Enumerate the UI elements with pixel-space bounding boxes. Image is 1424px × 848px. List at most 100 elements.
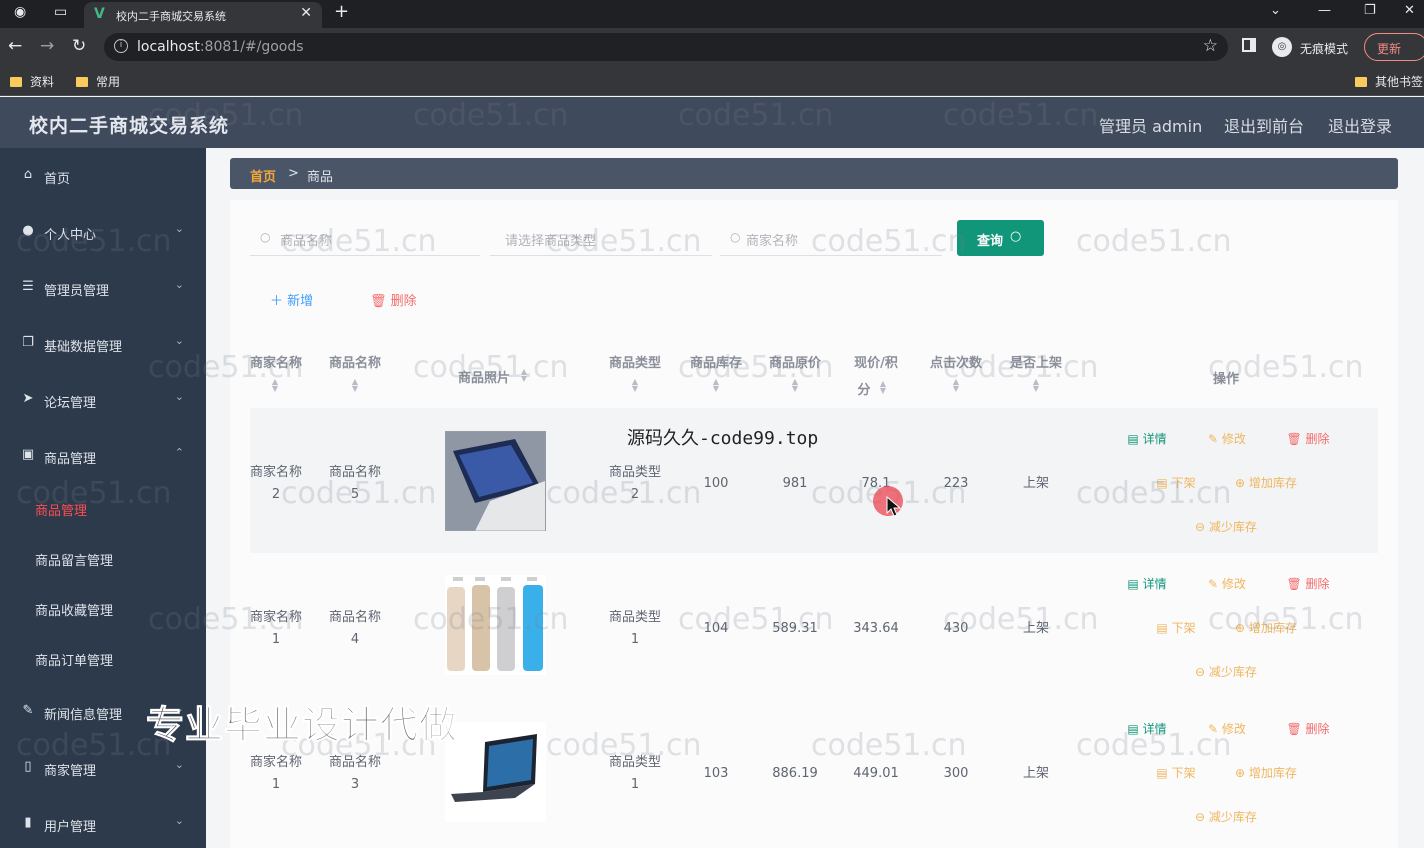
- sort-icon[interactable]: ▲ ▼: [629, 378, 641, 393]
- sidebar-item-personal-center[interactable]: ● 个人中心 ⌄: [0, 212, 206, 252]
- sidebar-item-merchant[interactable]: ▯ 商家管理 ⌄: [0, 748, 206, 788]
- query-label: 查询: [977, 234, 1004, 249]
- sort-icon[interactable]: ▲ ▼: [789, 378, 801, 393]
- sidebar-item-users[interactable]: ▮ 用户管理 ⌄: [0, 804, 206, 844]
- sort-icon[interactable]: ▲ ▼: [950, 378, 962, 393]
- reduce-stock-button[interactable]: ⊖ 减少库存: [1180, 657, 1272, 687]
- merchant-name-search-input[interactable]: ○ 商家名称: [720, 220, 942, 256]
- column-header-goods-name[interactable]: 商品名称: [325, 352, 385, 371]
- column-header-clicks[interactable]: 点击次数: [926, 352, 986, 371]
- batch-delete-button[interactable]: 🗑 删除: [370, 290, 417, 309]
- cell-orig-price: 981: [782, 476, 808, 491]
- bookmark-folder-ziliao[interactable]: 资料: [10, 73, 54, 90]
- delete-button[interactable]: 🗑 删除: [1272, 424, 1344, 454]
- doc-icon: ▤: [1156, 766, 1172, 780]
- new-tab-button[interactable]: +: [334, 1, 349, 22]
- sidebar-subitem-label: 商品订单管理: [35, 654, 114, 669]
- reduce-stock-button[interactable]: ⊖ 减少库存: [1180, 512, 1272, 542]
- update-button[interactable]: 更新: [1364, 33, 1424, 61]
- off-shelf-button[interactable]: ▤ 下架: [1141, 468, 1211, 498]
- edit-button[interactable]: ✎ 修改: [1192, 424, 1262, 454]
- bookmark-folder-changyong[interactable]: 常用: [76, 73, 120, 90]
- url-input[interactable]: i localhost:8081/#/goods ☆: [104, 33, 1228, 61]
- sidebar-subitem-goods[interactable]: 商品管理: [0, 490, 206, 526]
- logout-link[interactable]: 退出登录: [1328, 113, 1392, 137]
- add-button[interactable]: ＋ 新增: [270, 290, 313, 309]
- pencil-icon: ✎: [1208, 577, 1222, 591]
- sidebar-subitem-goods-favorites[interactable]: 商品收藏管理: [0, 590, 206, 626]
- copy-icon: ❐: [22, 335, 34, 350]
- sort-icon[interactable]: ▲ ▼: [518, 368, 530, 383]
- bookmark-star-icon[interactable]: ☆: [1203, 36, 1218, 56]
- goods-photo-laptop[interactable]: [445, 722, 546, 822]
- query-button[interactable]: 查询 ○: [957, 220, 1044, 256]
- detail-button[interactable]: ▤ 详情: [1112, 714, 1182, 744]
- column-header-type[interactable]: 商品类型: [605, 352, 665, 371]
- off-shelf-button[interactable]: ▤ 下架: [1141, 613, 1211, 643]
- chevron-down-icon: ⌄: [174, 814, 184, 827]
- column-header-on-shelf[interactable]: 是否上架: [1006, 352, 1066, 371]
- close-window-icon[interactable]: ✕: [1404, 3, 1415, 18]
- add-stock-button[interactable]: ⊕ 增加库存: [1220, 613, 1312, 643]
- window-icon[interactable]: ▭: [54, 4, 67, 20]
- goods-photo-laptop-tablet[interactable]: [445, 431, 546, 531]
- cell-on-shelf: 上架: [1022, 621, 1049, 636]
- to-front-link[interactable]: 退出到前台: [1224, 113, 1304, 137]
- plus-icon: ＋: [270, 294, 288, 309]
- minus-circle-icon: ⊖: [1195, 810, 1209, 824]
- restore-icon[interactable]: ❐: [1364, 3, 1376, 18]
- back-icon[interactable]: ←: [8, 36, 22, 56]
- globe-icon[interactable]: ◉: [14, 4, 26, 20]
- chevron-down-icon: ⌄: [174, 390, 184, 403]
- minimize-icon[interactable]: —: [1318, 3, 1331, 18]
- goods-photo-phones[interactable]: [445, 575, 546, 675]
- column-header-price-line2: 分: [857, 383, 871, 398]
- column-header-price[interactable]: 现价/积: [846, 352, 906, 371]
- app-title: 校内二手商城交易系统: [29, 115, 230, 137]
- sidebar-item-home[interactable]: ⌂ 首页: [0, 156, 206, 196]
- column-header-orig-price[interactable]: 商品原价: [765, 352, 825, 371]
- edit-button[interactable]: ✎ 修改: [1192, 714, 1262, 744]
- sidebar-item-goods[interactable]: ▣ 商品管理 ⌃: [0, 436, 206, 476]
- side-panel-icon[interactable]: [1242, 38, 1256, 52]
- chevron-down-icon[interactable]: ⌄: [1270, 3, 1281, 18]
- sidebar-subitem-goods-orders[interactable]: 商品订单管理: [0, 640, 206, 676]
- reload-icon[interactable]: ↻: [72, 36, 86, 56]
- column-header-photo[interactable]: 商品照片: [455, 367, 513, 386]
- goods-name-search-input[interactable]: ○ 商品名称: [250, 220, 480, 256]
- delete-button[interactable]: 🗑 删除: [1272, 714, 1344, 744]
- sort-icon[interactable]: ▲ ▼: [349, 378, 361, 393]
- sidebar-item-basic-data[interactable]: ❐ 基础数据管理 ⌄: [0, 324, 206, 364]
- sidebar-item-label: 个人中心: [44, 228, 97, 243]
- sidebar-item-admin[interactable]: ☰ 管理员管理 ⌄: [0, 268, 206, 308]
- forward-icon[interactable]: →: [40, 36, 54, 56]
- sort-icon[interactable]: ▲ ▼: [877, 380, 889, 395]
- browser-tab[interactable]: V 校内二手商城交易系统 ✕: [84, 2, 322, 28]
- info-icon[interactable]: i: [114, 39, 128, 53]
- doc-icon: ▤: [1127, 577, 1143, 591]
- sidebar-subitem-goods-comments[interactable]: 商品留言管理: [0, 540, 206, 576]
- cell-price: 343.64: [853, 621, 899, 636]
- add-stock-button[interactable]: ⊕ 增加库存: [1220, 758, 1312, 788]
- browser-tab-bar: ◉ ▭ V 校内二手商城交易系统 ✕ + ⌄ — ❐ ✕: [0, 0, 1424, 28]
- edit-button[interactable]: ✎ 修改: [1192, 569, 1262, 599]
- breadcrumb-home[interactable]: 首页: [250, 166, 276, 185]
- goods-type-select[interactable]: 请选择商品类型: [490, 220, 712, 256]
- delete-button[interactable]: 🗑 删除: [1272, 569, 1344, 599]
- close-tab-icon[interactable]: ✕: [300, 5, 312, 21]
- other-bookmarks[interactable]: 其他书签: [1355, 73, 1423, 90]
- detail-button[interactable]: ▤ 详情: [1112, 424, 1182, 454]
- detail-button[interactable]: ▤ 详情: [1112, 569, 1182, 599]
- sort-icon[interactable]: ▲ ▼: [710, 378, 722, 393]
- sort-icon[interactable]: ▲ ▼: [269, 378, 281, 393]
- sidebar-subitem-label: 商品收藏管理: [35, 604, 114, 619]
- off-shelf-button[interactable]: ▤ 下架: [1141, 758, 1211, 788]
- sort-icon[interactable]: ▲ ▼: [1030, 378, 1042, 393]
- sidebar-item-forum[interactable]: ➤ 论坛管理 ⌄: [0, 380, 206, 420]
- add-stock-button[interactable]: ⊕ 增加库存: [1220, 468, 1312, 498]
- reduce-stock-button[interactable]: ⊖ 减少库存: [1180, 802, 1272, 832]
- sidebar-item-label: 首页: [44, 172, 71, 187]
- column-header-stock[interactable]: 商品库存: [686, 352, 746, 371]
- doc-icon: ▤: [1127, 432, 1143, 446]
- column-header-merchant[interactable]: 商家名称: [247, 352, 305, 371]
